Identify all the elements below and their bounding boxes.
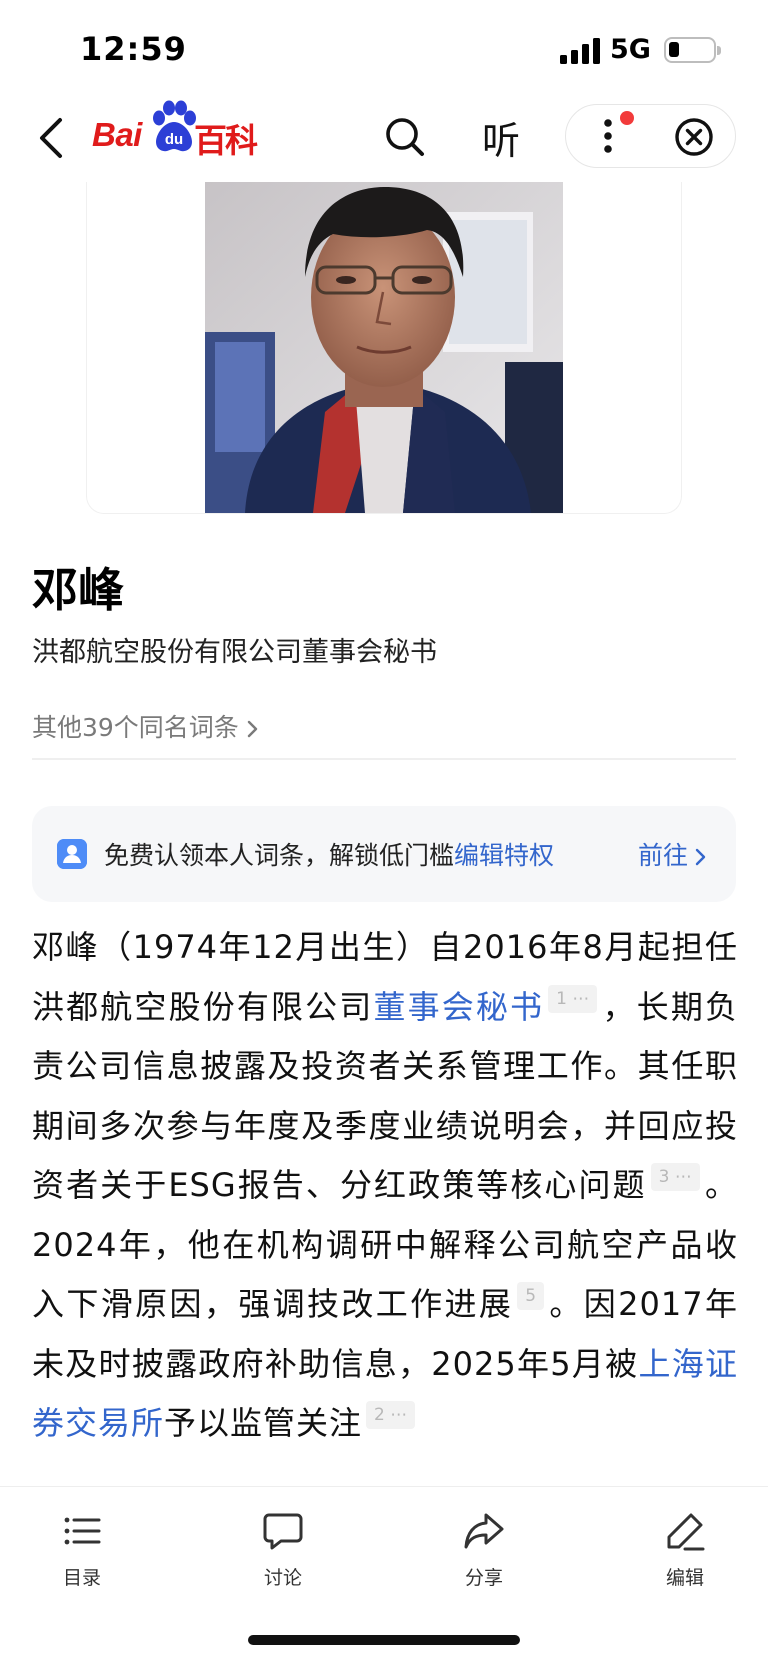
- link-board-secretary[interactable]: 董事会秘书: [373, 988, 544, 1026]
- signal-icon: [560, 38, 600, 64]
- search-icon[interactable]: [384, 116, 426, 158]
- claim-text-main: 免费认领本人词条，解锁低门槛: [104, 841, 455, 870]
- edit-label: 编辑: [665, 1567, 704, 1589]
- citation-badge[interactable]: 2 ⋯: [366, 1401, 416, 1429]
- citation-number: 2: [374, 1405, 385, 1425]
- claim-text-highlight: 编辑特权: [454, 841, 555, 870]
- other-entries-label: 其他39个同名词条: [32, 713, 239, 742]
- divider: [32, 758, 736, 760]
- baidu-baike-logo[interactable]: Bai du 百科: [90, 100, 260, 160]
- bottom-toolbar: 目录 讨论 分享 编辑: [0, 1486, 768, 1663]
- baidu-paw-icon: du: [153, 100, 196, 152]
- claim-go-label: 前往: [638, 841, 689, 870]
- entry-subtitle: 洪都航空股份有限公司董事会秘书: [32, 637, 437, 668]
- citation-badge[interactable]: 3 ⋯: [650, 1163, 700, 1191]
- summary-paragraph: 邓峰（1974年12月出生）自2016年8月起担任洪都航空股份有限公司董事会秘书…: [32, 918, 738, 1478]
- claim-text: 免费认领本人词条，解锁低门槛编辑特权: [104, 836, 554, 872]
- citation-badge[interactable]: 1 ⋯: [548, 984, 598, 1013]
- status-bar: 12:59 5G: [0, 0, 768, 100]
- logo-bai-text: Bai: [92, 116, 142, 153]
- portrait-photo[interactable]: [205, 182, 563, 513]
- entry-title: 邓峰: [32, 563, 124, 617]
- pencil-icon: [667, 1513, 705, 1551]
- claim-entry-banner[interactable]: 免费认领本人词条，解锁低门槛编辑特权 前往: [32, 806, 736, 902]
- share-arrow-icon: [464, 1513, 504, 1549]
- citation-number: 1: [556, 988, 567, 1009]
- discuss-button[interactable]: 讨论: [223, 1509, 343, 1590]
- edit-button[interactable]: 编辑: [625, 1509, 745, 1590]
- chevron-right-icon: [695, 848, 706, 866]
- citation-number: 5: [525, 1286, 537, 1306]
- status-time: 12:59: [80, 30, 187, 68]
- citation-number: 3: [658, 1167, 670, 1187]
- summary-text: 予以监管关注: [164, 1404, 363, 1442]
- logo-du-text: du: [165, 131, 183, 148]
- battery-icon: [664, 37, 721, 63]
- other-entries-link[interactable]: 其他39个同名词条: [32, 708, 259, 744]
- toc-label: 目录: [62, 1567, 101, 1589]
- home-indicator: [248, 1635, 520, 1645]
- citation-badge[interactable]: 5: [517, 1282, 545, 1310]
- chat-bubble-icon: [263, 1513, 303, 1550]
- chevron-right-icon: [247, 720, 258, 738]
- listen-button[interactable]: 听: [482, 110, 520, 165]
- share-label: 分享: [464, 1567, 503, 1589]
- more-options-icon[interactable]: [602, 117, 614, 155]
- claim-go-button[interactable]: 前往: [638, 836, 706, 872]
- person-badge-icon: [57, 839, 87, 869]
- notification-dot: [620, 111, 634, 125]
- logo-baike-text: 百科: [194, 121, 258, 160]
- discuss-label: 讨论: [263, 1567, 302, 1589]
- close-icon[interactable]: [672, 115, 716, 159]
- share-button[interactable]: 分享: [424, 1509, 544, 1590]
- nav-bar: Bai du 百科 听: [0, 100, 768, 182]
- toc-button[interactable]: 目录: [22, 1509, 142, 1590]
- mini-program-capsule: [565, 104, 736, 168]
- list-icon: [64, 1517, 101, 1545]
- network-type: 5G: [610, 34, 651, 65]
- back-arrow-icon[interactable]: [34, 114, 70, 162]
